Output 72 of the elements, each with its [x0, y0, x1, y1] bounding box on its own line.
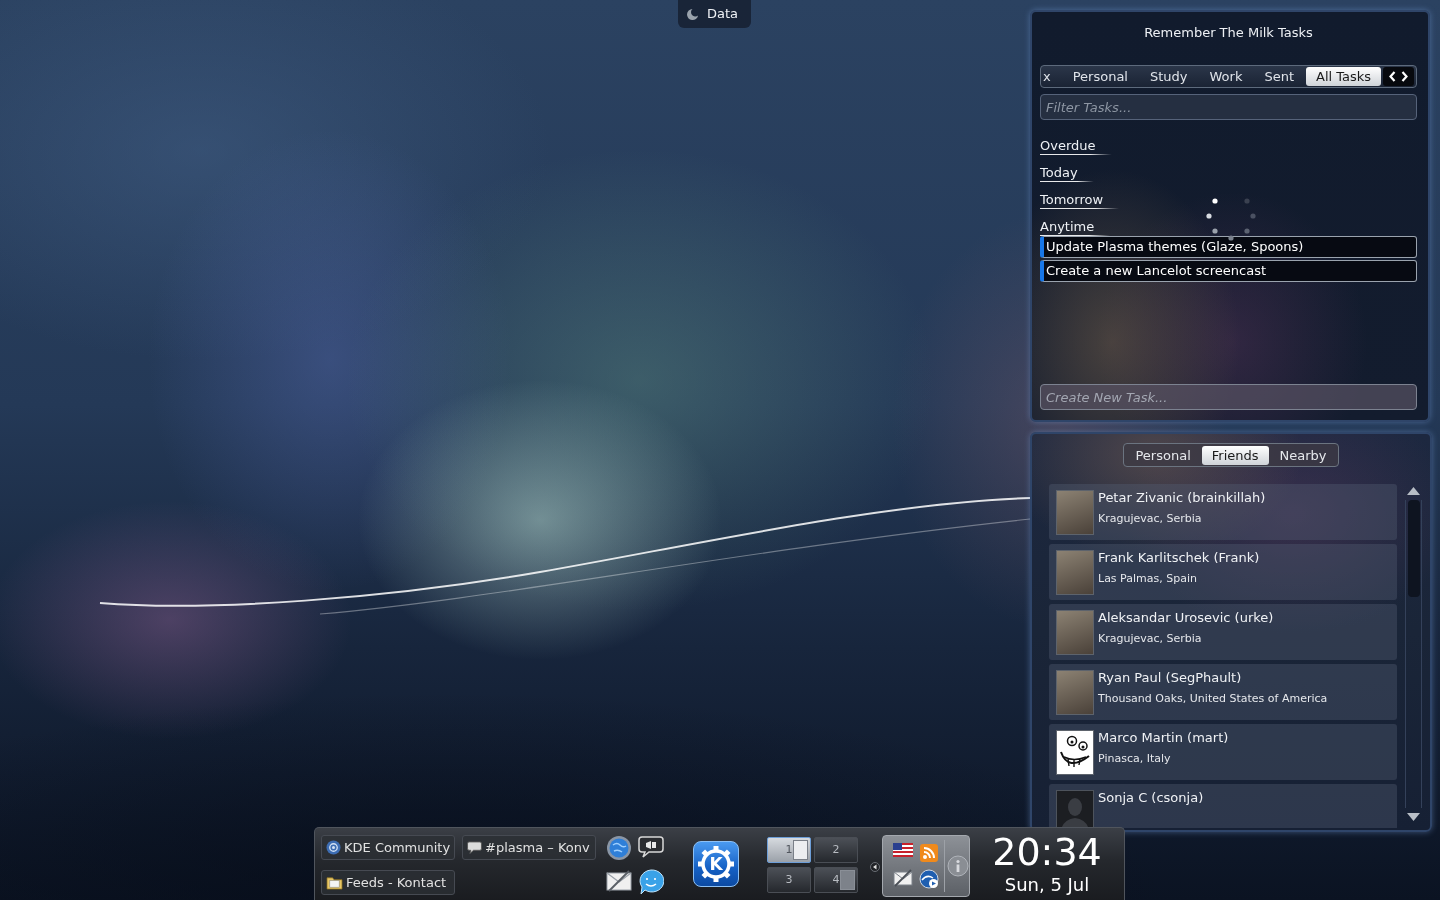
tab[interactable]: Friends [1201, 445, 1269, 465]
contact-name: Sonja C (csonja) [1098, 790, 1204, 806]
new-task-field[interactable]: Create New Task... [1040, 384, 1417, 410]
contact-card[interactable]: Ryan Paul (SegPhault) Thousand Oaks, United States of America [1049, 664, 1397, 720]
clock-time: 20:34 [992, 832, 1102, 872]
crossed-envelope-icon[interactable] [893, 869, 913, 887]
contact-card[interactable]: Petar Zivanic (brainkillah) Kragujevac, Serbia [1049, 484, 1397, 540]
contact-card[interactable]: Frank Karlitschek (Frank) Las Palmas, Spain [1049, 544, 1397, 600]
group-heading: Anytime [1040, 218, 1111, 236]
folder-icon [326, 875, 343, 890]
expand-arrow-icon[interactable] [870, 862, 880, 872]
speech-bubble-icon [467, 841, 482, 854]
chevron-right-icon[interactable] [1401, 71, 1409, 82]
scroll-down-icon[interactable] [1407, 813, 1420, 821]
contact-name: Aleksandar Urosevic (urke) [1098, 610, 1274, 626]
contact-name: Marco Martin (mart) [1098, 730, 1229, 746]
contact-card[interactable]: Marco Martin (mart) Pinasca, Italy [1049, 724, 1397, 780]
contact-name: Frank Karlitschek (Frank) [1098, 550, 1260, 566]
contact-name: Ryan Paul (SegPhault) [1098, 670, 1243, 686]
group-heading: Overdue [1040, 137, 1112, 155]
contact-card[interactable]: Sonja C (csonja) [1049, 784, 1397, 828]
contact-location: Kragujevac, Serbia [1098, 512, 1203, 526]
crossed-envelope-icon[interactable] [606, 869, 632, 893]
scroll-up-icon[interactable] [1407, 487, 1420, 495]
rss-feed-icon[interactable] [919, 843, 939, 863]
desktop-tile[interactable]: 3 [767, 867, 811, 893]
scrollbar-track[interactable] [1405, 500, 1422, 808]
tab[interactable]: Work [1199, 67, 1253, 86]
tab[interactable]: Sent [1254, 67, 1305, 86]
avatar-photo [1056, 550, 1094, 595]
app-launcher-button[interactable]: K [693, 841, 739, 887]
avatar-photo [1056, 610, 1094, 655]
task-button[interactable]: Feeds - Kontact [321, 870, 455, 895]
globe-gear-icon[interactable] [606, 835, 632, 861]
contact-card[interactable]: Aleksandar Urosevic (urke) Kragujevac, Serbia [1049, 604, 1397, 660]
task-item[interactable]: Update Plasma themes (Glaze, Spoons) [1040, 236, 1417, 258]
loading-spinner-icon [1205, 196, 1257, 242]
desktop-tile[interactable]: 2 [814, 837, 858, 863]
scrollbar-thumb[interactable] [1407, 500, 1420, 597]
group-heading: Today [1040, 164, 1094, 182]
chevron-left-icon[interactable] [1389, 71, 1397, 82]
tab[interactable]: All Tasks [1306, 67, 1382, 86]
contact-name: Petar Zivanic (brainkillah) [1098, 490, 1266, 506]
avatar-photo [1056, 670, 1094, 715]
avatar-photo [1056, 490, 1094, 535]
info-icon[interactable] [947, 855, 969, 877]
contact-location: Thousand Oaks, United States of America [1098, 692, 1328, 706]
desktop-tile[interactable]: 4 [814, 867, 858, 893]
globe-icon [326, 840, 341, 855]
contact-location: Pinasca, Italy [1098, 752, 1172, 766]
chat-bubble-icon[interactable] [638, 869, 664, 895]
gear-icon [697, 845, 735, 883]
cartoon-avatar [1056, 730, 1094, 775]
flag-icon[interactable] [893, 843, 913, 857]
task-button[interactable]: #plasma – Konv [462, 835, 596, 860]
task-button[interactable]: KDE Community [321, 835, 455, 860]
tab[interactable]: Nearby [1269, 445, 1337, 465]
desktop-tile[interactable]: 1 [767, 837, 811, 863]
globe-play-icon[interactable] [919, 869, 939, 889]
speech-bubble-icon[interactable] [638, 835, 664, 859]
tab[interactable]: x [1041, 67, 1061, 86]
clock-date: Sun, 5 Jul [1004, 875, 1090, 895]
tab[interactable]: Personal [1062, 67, 1138, 86]
filter-field[interactable]: Filter Tasks... [1040, 94, 1417, 120]
crescent-icon [686, 7, 699, 21]
widget-title: Remember The Milk Tasks [1143, 24, 1314, 42]
task-item[interactable]: Create a new Lancelot screencast [1040, 260, 1417, 282]
toolbox-button[interactable]: Data [678, 0, 751, 28]
contact-location: Kragujevac, Serbia [1098, 632, 1203, 646]
tab[interactable]: Personal [1125, 445, 1201, 465]
contact-location: Las Palmas, Spain [1098, 572, 1198, 586]
tab[interactable]: Study [1139, 67, 1198, 86]
